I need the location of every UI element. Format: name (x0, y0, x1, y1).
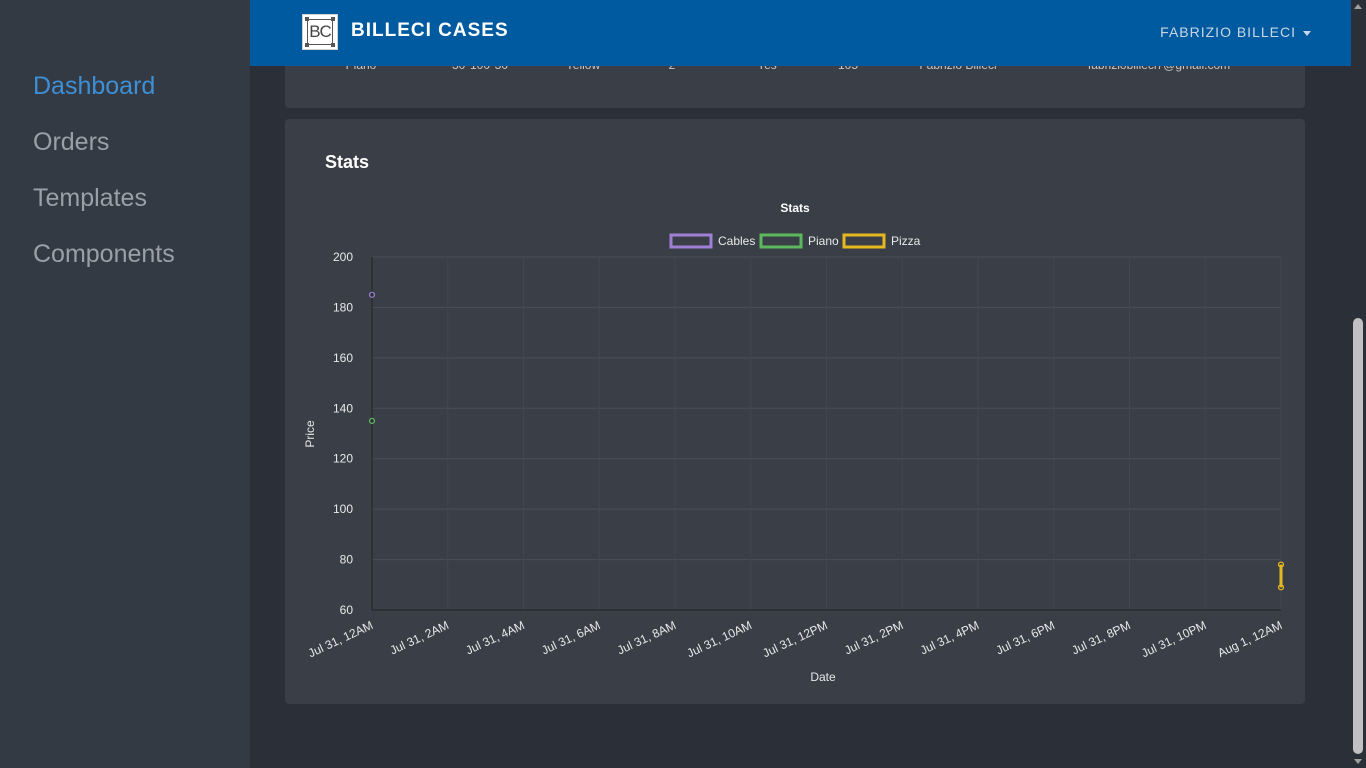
vertical-scrollbar[interactable] (1351, 0, 1366, 768)
y-axis-label: Price (303, 420, 317, 448)
sidebar-item-orders[interactable]: Orders (33, 128, 109, 157)
logo-corner (331, 17, 335, 21)
legend-swatch (842, 233, 886, 249)
y-tick-label: 160 (333, 351, 353, 365)
legend-swatch (669, 233, 713, 249)
x-tick-label: Jul 31, 10PM (1139, 618, 1208, 660)
legend-label: Cables (718, 234, 755, 248)
sidebar-item-templates[interactable]: Templates (33, 184, 147, 213)
x-tick-label: Jul 31, 4AM (463, 618, 526, 657)
logo-corner (305, 43, 309, 47)
sidebar-item-components[interactable]: Components (33, 240, 175, 269)
legend-label: Pizza (891, 234, 921, 248)
y-tick-label: 140 (333, 401, 353, 415)
stats-chart: Stats Cables Piano Pizza 60 80 100 120 140 160 180… (303, 201, 1284, 684)
stats-card: Stats Stats Cables Piano Pizza 60 80 100 120 140… (285, 119, 1305, 704)
x-tick-label: Jul 31, 8PM (1069, 618, 1132, 657)
user-menu-dropdown[interactable]: FABRIZIO BILLECI (1160, 24, 1311, 40)
x-axis-label: Date (810, 670, 836, 684)
x-tick-label: Jul 31, 10AM (685, 618, 754, 660)
top-navbar: BC BILLECI CASES FABRIZIO BILLECI (250, 0, 1351, 66)
logo-mark: BC (307, 19, 333, 45)
x-tick-label: Jul 31, 6PM (994, 618, 1057, 657)
x-tick-label: Jul 31, 2PM (842, 618, 905, 657)
x-tick-label: Jul 31, 2AM (388, 618, 451, 657)
chevron-down-icon (1303, 30, 1311, 36)
logo-corner (305, 17, 309, 21)
x-tick-label: Aug 1, 12AM (1215, 618, 1284, 660)
scroll-thumb[interactable] (1353, 318, 1363, 754)
legend-swatch (759, 233, 803, 249)
brand-name[interactable]: BILLECI CASES (351, 20, 509, 42)
x-tick-label: Jul 31, 12AM (306, 618, 375, 660)
y-tick-label: 120 (333, 452, 353, 466)
y-tick-label: 60 (340, 603, 354, 617)
logo[interactable]: BC (302, 14, 338, 50)
x-tick-label: Jul 31, 6AM (539, 618, 602, 657)
chart-title: Stats (780, 201, 810, 215)
y-tick-label: 80 (340, 553, 354, 567)
y-tick-label: 200 (333, 250, 353, 264)
x-tick-label: Jul 31, 12PM (760, 618, 829, 660)
scroll-up-icon[interactable] (1354, 4, 1362, 9)
logo-corner (331, 43, 335, 47)
scroll-down-icon[interactable] (1354, 759, 1362, 764)
sidebar-item-dashboard[interactable]: Dashboard (33, 72, 155, 101)
user-name: FABRIZIO BILLECI (1160, 24, 1296, 40)
y-tick-label: 100 (333, 502, 353, 516)
legend-label: Piano (808, 234, 839, 248)
sidebar: Dashboard Orders Templates Components (0, 0, 250, 768)
x-tick-label: Jul 31, 4PM (918, 618, 981, 657)
x-tick-label: Jul 31, 8AM (615, 618, 678, 657)
y-tick-label: 180 (333, 300, 353, 314)
